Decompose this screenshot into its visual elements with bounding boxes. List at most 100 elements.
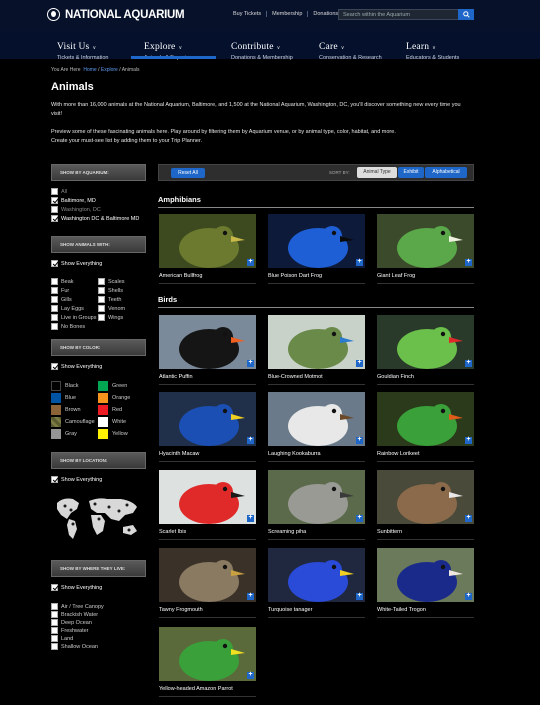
checkbox[interactable] bbox=[98, 278, 105, 285]
sort-animal-type[interactable]: Animal Type bbox=[357, 167, 397, 178]
with-option[interactable]: Teeth bbox=[98, 296, 121, 304]
checkbox[interactable] bbox=[51, 260, 58, 267]
checkbox[interactable] bbox=[51, 603, 58, 610]
animal-card[interactable]: + Blue-Crowned Motmot bbox=[268, 315, 365, 385]
habitat-option[interactable]: Air / Tree Canopy bbox=[51, 603, 104, 611]
habitat-option[interactable]: Deep Ocean bbox=[51, 619, 92, 627]
animal-name[interactable]: Tawny Frogmouth bbox=[159, 607, 256, 618]
search-button[interactable] bbox=[458, 9, 474, 20]
with-option[interactable]: Gills bbox=[51, 296, 72, 304]
color-swatch[interactable] bbox=[51, 393, 61, 403]
checkbox[interactable] bbox=[51, 197, 58, 204]
animal-photo[interactable]: + bbox=[159, 627, 256, 681]
habitat-filter-header[interactable]: SHOW BY WHERE THEY LIVE: bbox=[51, 560, 146, 577]
reset-all-button[interactable]: Reset All bbox=[171, 168, 205, 178]
animal-photo[interactable]: + bbox=[159, 315, 256, 369]
aquarium-option[interactable]: Baltimore, MD bbox=[51, 197, 96, 205]
aquarium-option[interactable]: All bbox=[51, 188, 67, 196]
animal-card[interactable]: + Sunbittern bbox=[377, 470, 474, 540]
animal-name[interactable]: Rainbow Lorikeet bbox=[377, 451, 474, 462]
checkbox[interactable] bbox=[98, 287, 105, 294]
checkbox[interactable] bbox=[51, 278, 58, 285]
animal-name[interactable]: Screaming piha bbox=[268, 529, 365, 540]
checkbox[interactable] bbox=[98, 305, 105, 312]
location-filter-header[interactable]: SHOW BY LOCATION: bbox=[51, 452, 146, 469]
animal-name[interactable]: Atlantic Puffin bbox=[159, 374, 256, 385]
add-to-planner-icon[interactable]: + bbox=[356, 592, 363, 600]
color-swatch[interactable] bbox=[51, 381, 61, 391]
add-to-planner-icon[interactable]: + bbox=[247, 514, 254, 522]
habitat-option[interactable]: Brackish Water bbox=[51, 611, 98, 619]
checkbox[interactable] bbox=[51, 363, 58, 370]
animal-card[interactable]: + Turquoise tanager bbox=[268, 548, 365, 618]
animal-card[interactable]: + Blue Poison Dart Frog bbox=[268, 214, 365, 284]
animal-card[interactable]: + American Bullfrog bbox=[159, 214, 256, 284]
with-option[interactable]: Scales bbox=[98, 278, 125, 286]
add-to-planner-icon[interactable]: + bbox=[247, 359, 254, 367]
animal-name[interactable]: Hyacinth Macaw bbox=[159, 451, 256, 462]
show-everything-checkbox[interactable]: Show Everything bbox=[51, 584, 102, 592]
animal-photo[interactable]: + bbox=[159, 392, 256, 446]
add-to-planner-icon[interactable]: + bbox=[356, 359, 363, 367]
color-swatch[interactable] bbox=[51, 417, 61, 427]
logo[interactable]: NATIONAL AQUARIUM bbox=[47, 8, 185, 21]
checkbox[interactable] bbox=[51, 305, 58, 312]
animal-card[interactable]: + Yellow-headed Amazon Parrot bbox=[159, 627, 256, 697]
with-option[interactable]: Fur bbox=[51, 287, 69, 295]
color-swatch[interactable] bbox=[98, 381, 108, 391]
aquarium-option[interactable]: Washington DC & Baltimore MD bbox=[51, 215, 139, 223]
color-swatch[interactable] bbox=[98, 405, 108, 415]
show-everything-checkbox[interactable]: Show Everything bbox=[51, 363, 102, 371]
animal-card[interactable]: + Screaming piha bbox=[268, 470, 365, 540]
checkbox[interactable] bbox=[51, 627, 58, 634]
animal-photo[interactable]: + bbox=[377, 214, 474, 268]
with-option[interactable]: Shells bbox=[98, 287, 123, 295]
add-to-planner-icon[interactable]: + bbox=[465, 359, 472, 367]
search-input[interactable]: Search within the Aquarium bbox=[338, 9, 474, 20]
animal-name[interactable]: American Bullfrog bbox=[159, 273, 256, 284]
checkbox[interactable] bbox=[51, 323, 58, 330]
animal-name[interactable]: Giant Leaf Frog bbox=[377, 273, 474, 284]
add-to-planner-icon[interactable]: + bbox=[247, 592, 254, 600]
animal-name[interactable]: Yellow-headed Amazon Parrot bbox=[159, 686, 256, 697]
with-option[interactable]: Beak bbox=[51, 278, 74, 286]
checkbox[interactable] bbox=[51, 296, 58, 303]
color-swatch[interactable] bbox=[51, 429, 61, 439]
add-to-planner-icon[interactable]: + bbox=[465, 258, 472, 266]
with-option[interactable]: Venom bbox=[98, 305, 125, 313]
add-to-planner-icon[interactable]: + bbox=[247, 258, 254, 266]
animal-photo[interactable]: + bbox=[377, 470, 474, 524]
animal-photo[interactable]: + bbox=[377, 392, 474, 446]
animal-photo[interactable]: + bbox=[377, 315, 474, 369]
checkbox[interactable] bbox=[51, 206, 58, 213]
animal-photo[interactable]: + bbox=[159, 214, 256, 268]
add-to-planner-icon[interactable]: + bbox=[356, 436, 363, 444]
animal-photo[interactable]: + bbox=[268, 315, 365, 369]
animal-photo[interactable]: + bbox=[268, 392, 365, 446]
nav-learn[interactable]: Learn ∨ Educators & Students bbox=[406, 36, 459, 61]
breadcrumb-explore[interactable]: Explore bbox=[101, 67, 118, 73]
with-option[interactable]: Live in Groups bbox=[51, 314, 96, 322]
animal-photo[interactable]: + bbox=[268, 548, 365, 602]
buy-tickets-link[interactable]: Buy Tickets bbox=[228, 11, 266, 17]
checkbox[interactable] bbox=[51, 188, 58, 195]
animal-photo[interactable]: + bbox=[268, 470, 365, 524]
animal-name[interactable]: Scarlet Ibis bbox=[159, 529, 256, 540]
checkbox[interactable] bbox=[51, 287, 58, 294]
sort-exhibit[interactable]: Exhibit bbox=[398, 167, 424, 178]
animal-card[interactable]: + Rainbow Lorikeet bbox=[377, 392, 474, 462]
animal-name[interactable]: Gouldian Finch bbox=[377, 374, 474, 385]
membership-link[interactable]: Membership bbox=[266, 11, 307, 17]
with-filter-header[interactable]: SHOW ANIMALS WITH: bbox=[51, 236, 146, 253]
animal-name[interactable]: Blue-Crowned Motmot bbox=[268, 374, 365, 385]
animal-card[interactable]: + Gouldian Finch bbox=[377, 315, 474, 385]
animal-photo[interactable]: + bbox=[159, 470, 256, 524]
add-to-planner-icon[interactable]: + bbox=[247, 671, 254, 679]
animal-card[interactable]: + White-Tailed Trogon bbox=[377, 548, 474, 618]
animal-photo[interactable]: + bbox=[268, 214, 365, 268]
aquarium-filter-header[interactable]: SHOW BY AQUARIUM: bbox=[51, 164, 146, 181]
checkbox[interactable] bbox=[51, 611, 58, 618]
checkbox[interactable] bbox=[98, 314, 105, 321]
add-to-planner-icon[interactable]: + bbox=[356, 514, 363, 522]
world-map[interactable] bbox=[49, 491, 144, 543]
